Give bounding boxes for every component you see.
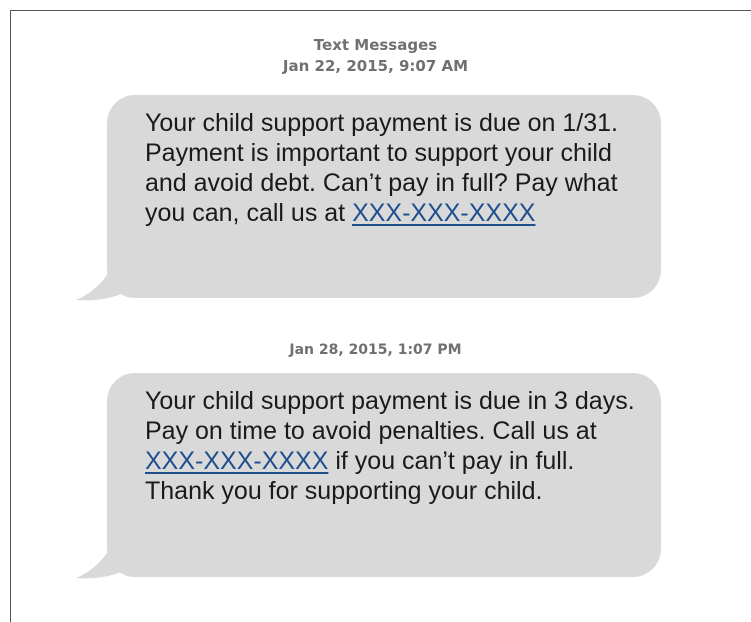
frame-left-border [10, 10, 11, 622]
message-bubble: Your child support payment is due on 1/3… [107, 95, 661, 298]
message-bubble: Your child support payment is due in 3 d… [107, 373, 661, 577]
conversation-title: Text Messages [313, 36, 438, 54]
message-timestamp: Jan 22, 2015, 9:07 AM [282, 57, 469, 75]
frame-top-border [10, 10, 751, 11]
message-timestamp: Jan 28, 2015, 1:07 PM [289, 342, 462, 358]
message-text: Your child support payment is due in 3 d… [145, 387, 635, 445]
phone-link[interactable]: XXX-XXX-XXXX [352, 199, 535, 227]
phone-link[interactable]: XXX-XXX-XXXX [145, 447, 328, 475]
